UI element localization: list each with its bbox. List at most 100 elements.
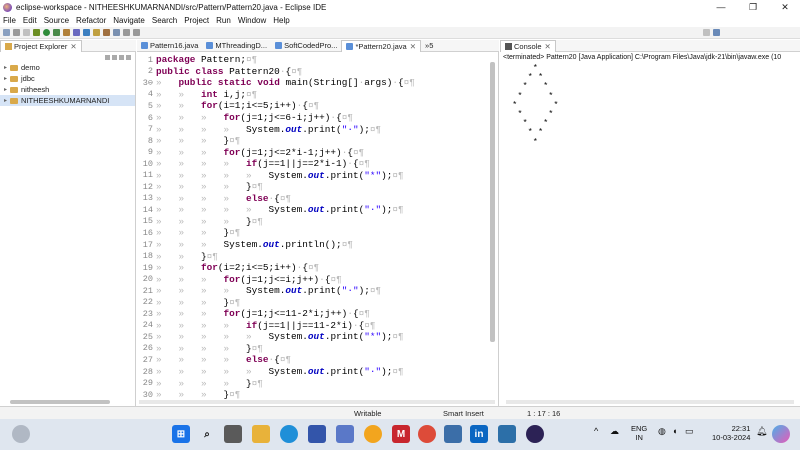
tab-project-explorer[interactable]: Project Explorer ✕ bbox=[0, 39, 82, 52]
save-icon[interactable] bbox=[13, 29, 20, 36]
code-line[interactable]: 21» » » » System. out .print("·"); ¤¶ bbox=[137, 285, 415, 297]
code-line[interactable]: 22» » » } ¤¶ bbox=[137, 296, 415, 308]
code-line[interactable]: 26» » » » } ¤¶ bbox=[137, 343, 415, 355]
view-menu-icon[interactable] bbox=[126, 54, 131, 60]
save-all-icon[interactable] bbox=[23, 29, 30, 36]
console-horizontal-scrollbar[interactable] bbox=[506, 400, 794, 404]
new-java-project-icon[interactable] bbox=[63, 29, 70, 36]
minimize-button[interactable]: — bbox=[706, 0, 736, 14]
mysql-icon[interactable] bbox=[336, 425, 354, 443]
file-explorer-icon[interactable] bbox=[252, 425, 270, 443]
menu-project[interactable]: Project bbox=[184, 16, 209, 25]
speaker-icon[interactable]: ◖ bbox=[672, 426, 677, 436]
java-perspective-icon[interactable] bbox=[713, 29, 720, 36]
maximize-button[interactable]: ❐ bbox=[738, 0, 768, 14]
run-icon[interactable] bbox=[43, 29, 50, 36]
store-icon[interactable] bbox=[308, 425, 326, 443]
collapse-all-icon[interactable] bbox=[105, 54, 110, 60]
battery-icon[interactable]: ▭ bbox=[685, 426, 694, 437]
new-class-icon[interactable] bbox=[83, 29, 90, 36]
tab-overflow[interactable]: »5 bbox=[421, 40, 437, 52]
chevron-up-icon[interactable]: ^ bbox=[594, 426, 598, 436]
code-line[interactable]: 5» » for (i=1;i<=5;i++) ·{¤¶ bbox=[137, 100, 415, 112]
link-editor-icon[interactable] bbox=[112, 54, 117, 60]
tree-item-jdbc[interactable]: ▸ jdbc bbox=[0, 73, 135, 84]
debug-icon[interactable] bbox=[33, 29, 40, 36]
chrome-icon[interactable] bbox=[418, 425, 436, 443]
new-package-icon[interactable] bbox=[73, 29, 80, 36]
code-line[interactable]: 3⊖» public static void main(String[] · arg… bbox=[137, 77, 415, 89]
code-line[interactable]: 7» » » » System. out .print("·"); ¤¶ bbox=[137, 123, 415, 135]
tree-item-demo[interactable]: ▸ demo bbox=[0, 62, 135, 73]
vscode-icon[interactable] bbox=[498, 425, 516, 443]
code-line[interactable]: 16» » » } ¤¶ bbox=[137, 227, 415, 239]
copilot-icon[interactable] bbox=[772, 425, 790, 443]
annotation-icon[interactable] bbox=[113, 29, 120, 36]
code-line[interactable]: 18» » } ¤¶ bbox=[137, 250, 415, 262]
open-type-icon[interactable] bbox=[93, 29, 100, 36]
clock[interactable]: 22:31 10-03-2024 bbox=[712, 424, 750, 442]
code-line[interactable]: 25» » » » » System. out .print("*"); ¤¶ bbox=[137, 331, 415, 343]
code-line[interactable]: 27» » » » else ·{¤¶ bbox=[137, 354, 415, 366]
code-line[interactable]: 29» » » » } ¤¶ bbox=[137, 377, 415, 389]
console-output[interactable]: * * * * * * * * * * * * * * * * bbox=[500, 63, 800, 147]
weather-icon[interactable] bbox=[12, 425, 30, 443]
code-line[interactable]: 6» » » for (j=1;j<=6-i;j++) ·{¤¶ bbox=[137, 112, 415, 124]
cloud-icon[interactable]: ☁ bbox=[610, 426, 619, 437]
code-line[interactable]: 19» » for (i=2;i<=5;i++) ·{¤¶ bbox=[137, 262, 415, 274]
tree-item-nitheeshkumarnandi[interactable]: ▸ NITHEESHKUMARNANDI bbox=[0, 95, 135, 106]
task-view-icon[interactable] bbox=[224, 425, 242, 443]
code-line[interactable]: 8» » » } ¤¶ bbox=[137, 135, 415, 147]
menu-search[interactable]: Search bbox=[152, 16, 177, 25]
code-line[interactable]: 11» » » » » System. out .print("*"); ¤¶ bbox=[137, 169, 415, 181]
external-tools-icon[interactable] bbox=[53, 29, 60, 36]
code-line[interactable]: 14» » » » » System. out .print("·"); ¤¶ bbox=[137, 204, 415, 216]
new-icon[interactable] bbox=[3, 29, 10, 36]
tab-mthreading[interactable]: MThreadingD... bbox=[202, 40, 271, 52]
code-line[interactable]: 24» » » » if (j==1||j==11-2*i) ·{¤¶ bbox=[137, 320, 415, 332]
quick-access-icon[interactable] bbox=[703, 29, 710, 36]
menu-file[interactable]: File bbox=[3, 16, 16, 25]
explorer-horizontal-scrollbar[interactable] bbox=[10, 400, 110, 404]
code-line[interactable]: 1 package Pattern; ¤¶ bbox=[137, 54, 415, 66]
python-icon[interactable] bbox=[364, 425, 382, 443]
menu-source[interactable]: Source bbox=[44, 16, 69, 25]
code-line[interactable]: 30» » » } ¤¶ bbox=[137, 389, 415, 401]
tree-item-nitheesh[interactable]: ▸ nitheesh bbox=[0, 84, 135, 95]
close-icon[interactable]: ✕ bbox=[410, 42, 416, 51]
wifi-icon[interactable]: ◍ bbox=[658, 426, 666, 437]
menu-refactor[interactable]: Refactor bbox=[76, 16, 106, 25]
eclipse-taskbar-icon[interactable] bbox=[526, 425, 544, 443]
status-insert-mode[interactable]: Smart Insert bbox=[443, 409, 484, 418]
search-icon[interactable]: ⌕ bbox=[198, 425, 216, 443]
language-indicator[interactable]: ENG IN bbox=[631, 424, 647, 442]
close-icon[interactable]: ✕ bbox=[70, 42, 76, 51]
notification-bell-icon[interactable]: 🔔︎ bbox=[756, 426, 767, 437]
close-button[interactable]: ✕ bbox=[770, 0, 800, 14]
code-line[interactable]: 4» » int i,j; ¤¶ bbox=[137, 89, 415, 101]
back-icon[interactable] bbox=[123, 29, 130, 36]
filter-icon[interactable] bbox=[119, 54, 124, 60]
code-line[interactable]: 12» » » » } ¤¶ bbox=[137, 181, 415, 193]
menu-window[interactable]: Window bbox=[238, 16, 266, 25]
tab-softcoded[interactable]: SoftCodedPro... bbox=[271, 40, 341, 52]
code-area[interactable]: 1 package Pattern; ¤¶ 2 public class Pattern… bbox=[137, 54, 415, 400]
code-line[interactable]: 9» » » for (j=1;j<=2*i-1;j++) ·{¤¶ bbox=[137, 146, 415, 158]
editor-vertical-scrollbar[interactable] bbox=[490, 62, 495, 342]
edge-icon[interactable] bbox=[280, 425, 298, 443]
menu-run[interactable]: Run bbox=[216, 16, 231, 25]
mcafee-icon[interactable]: M bbox=[392, 425, 410, 443]
code-line[interactable]: 10» » » » if (j==1||j==2*i-1) ·{¤¶ bbox=[137, 158, 415, 170]
menu-navigate[interactable]: Navigate bbox=[113, 16, 145, 25]
code-line[interactable]: 20» » » for (j=1;j<=i;j++) ·{¤¶ bbox=[137, 273, 415, 285]
editor-horizontal-scrollbar[interactable] bbox=[139, 400, 495, 404]
code-line[interactable]: 13» » » » else ·{¤¶ bbox=[137, 193, 415, 205]
code-line[interactable]: 17» » » System. out .println(); ¤¶ bbox=[137, 239, 415, 251]
tab-pattern20[interactable]: *Pattern20.java ✕ bbox=[341, 39, 422, 52]
code-line[interactable]: 2 public class Pattern20 ·{¤¶ bbox=[137, 66, 415, 78]
notepad-icon[interactable] bbox=[444, 425, 462, 443]
tab-console[interactable]: Console ✕ bbox=[500, 39, 556, 52]
code-line[interactable]: 15» » » » } ¤¶ bbox=[137, 216, 415, 228]
close-icon[interactable]: ✕ bbox=[545, 42, 551, 51]
forward-icon[interactable] bbox=[133, 29, 140, 36]
